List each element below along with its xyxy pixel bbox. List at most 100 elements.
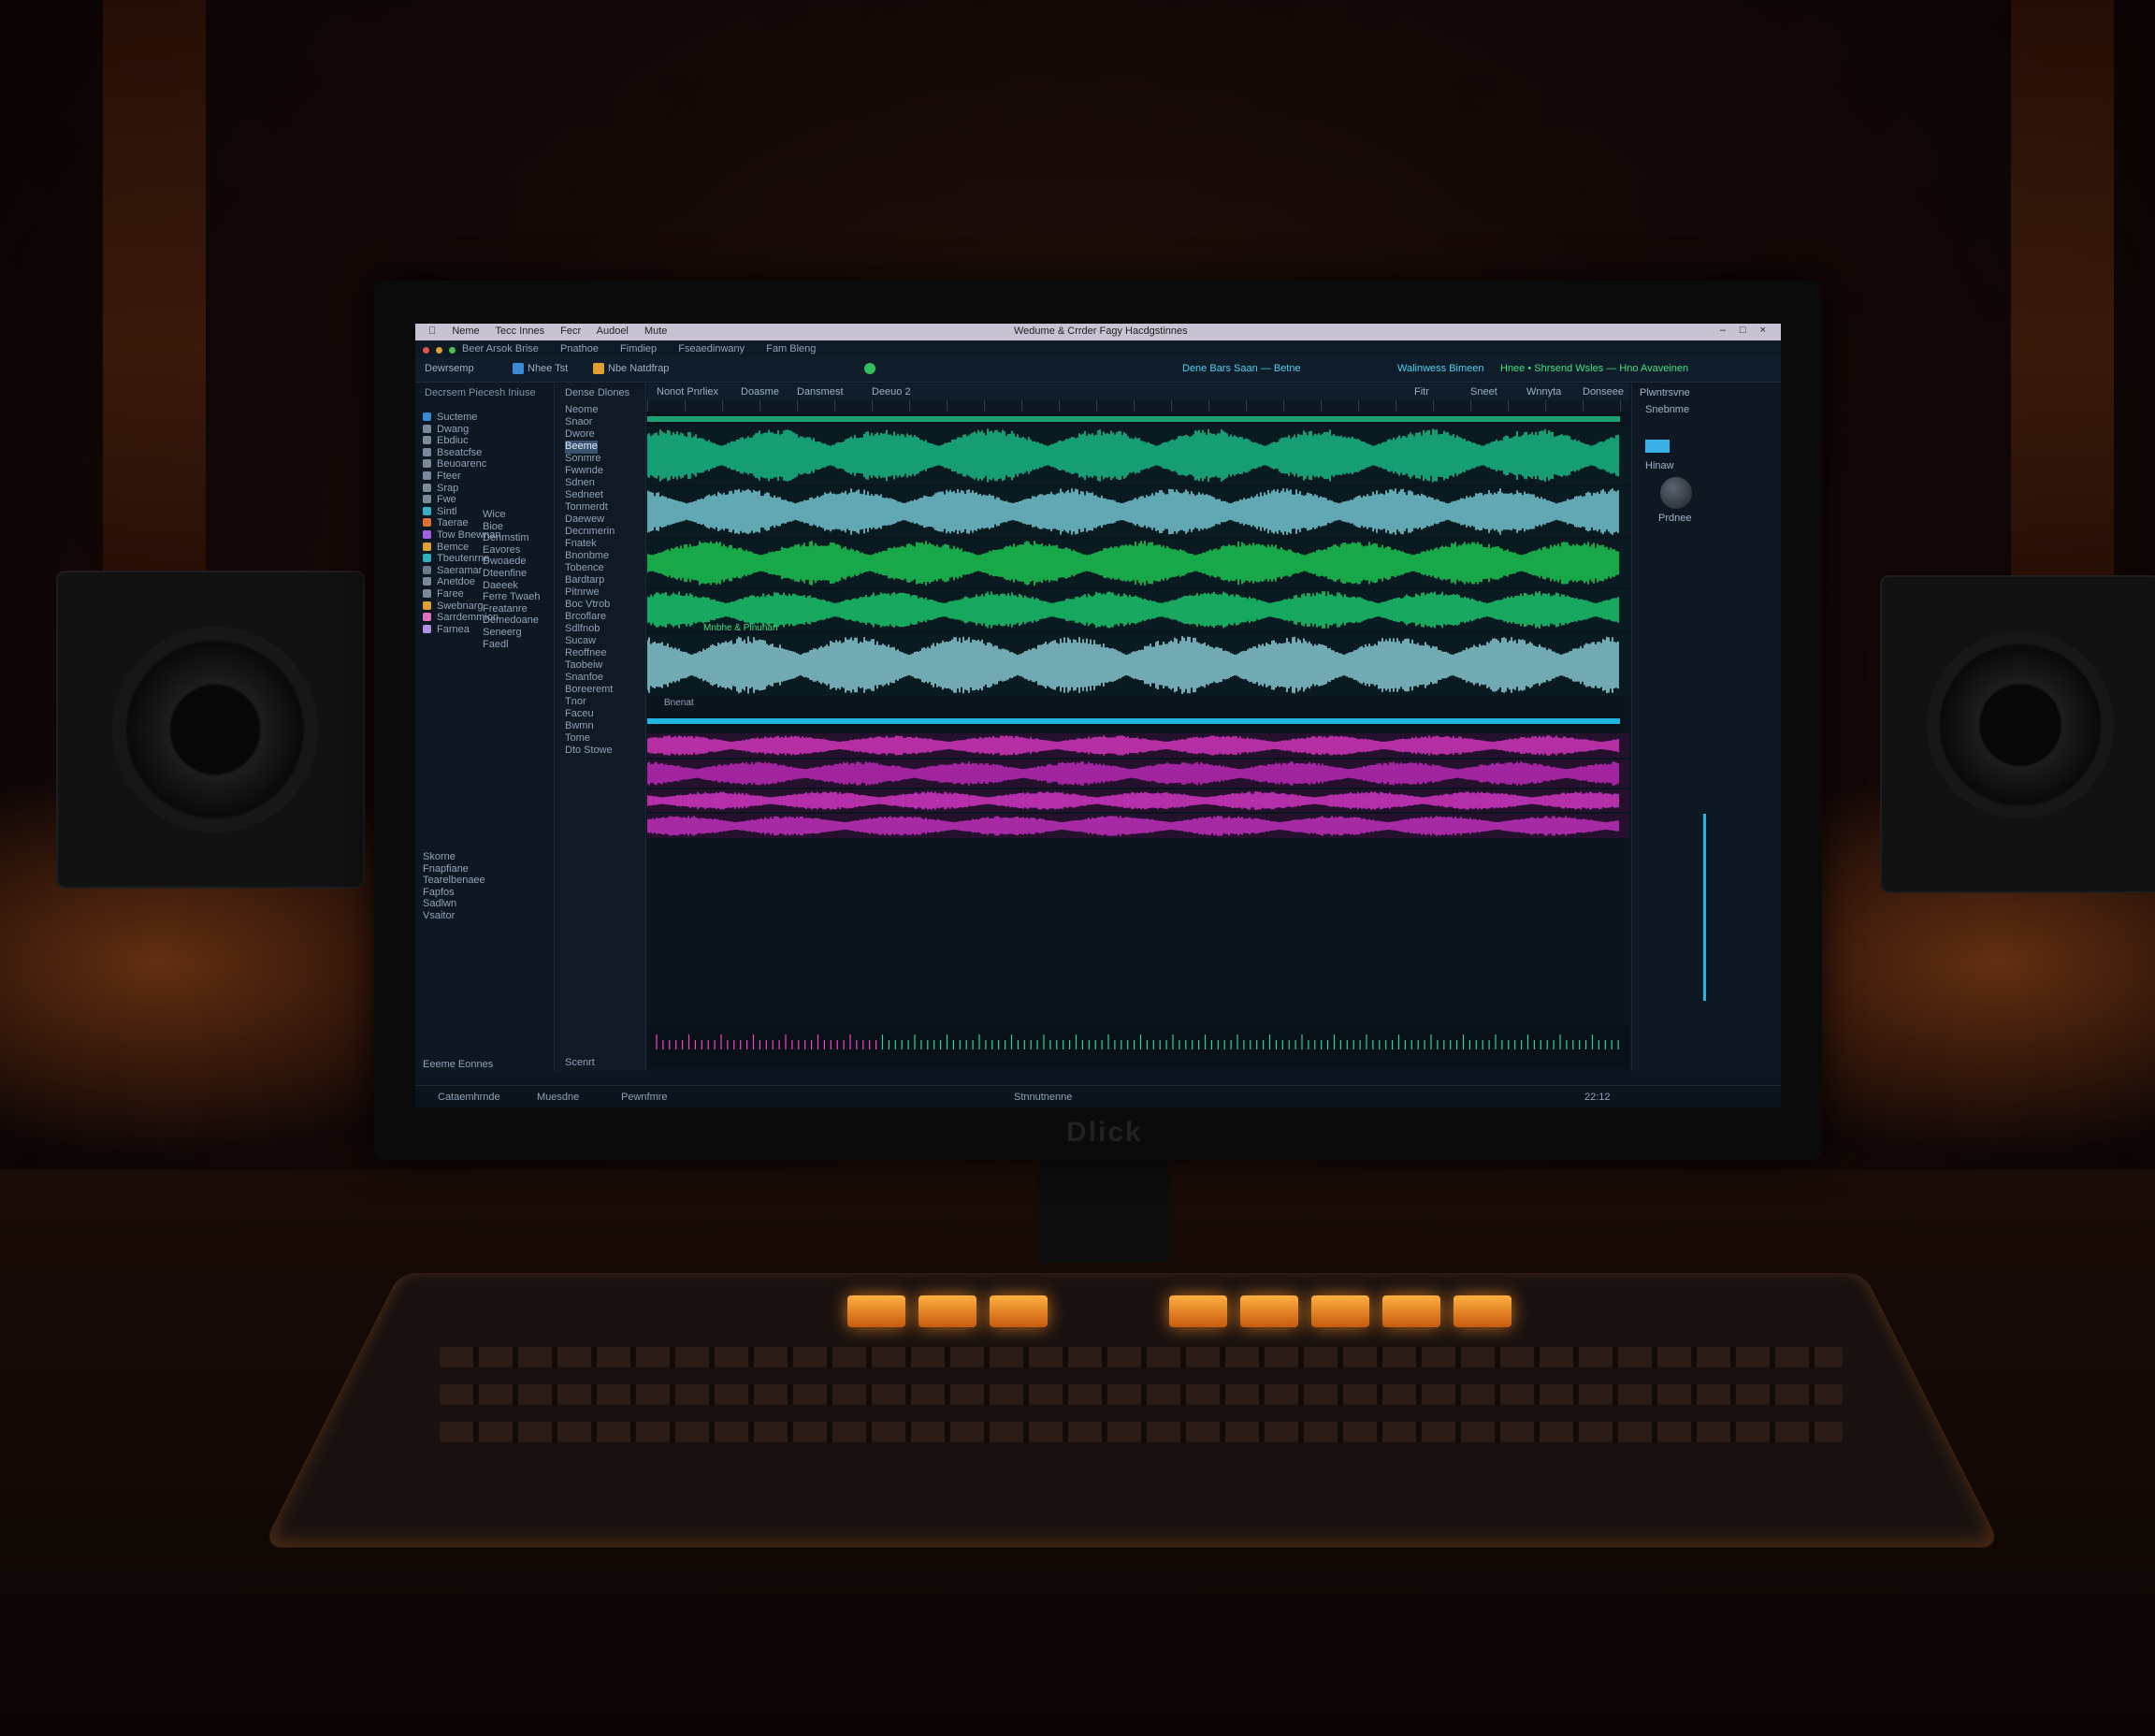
browser-item[interactable]: Dto Stowe [565,745,613,758]
browser-item[interactable]: Sdlfnob [565,623,600,636]
timeline-ruler[interactable] [647,400,1629,412]
waveform [647,761,1619,786]
status-label[interactable]: Hnee • Shrsend Wsles — Hno Avaveinen [1500,363,1688,374]
browser-item[interactable]: Faceu [565,708,594,721]
browser-item[interactable]: Fwwnde [565,465,603,478]
browser-item[interactable]: Bardtarp [565,574,604,587]
automation-lane[interactable] [647,1025,1629,1068]
waveform-track[interactable] [647,814,1629,838]
menubar-item[interactable]: Fam Bleng [766,343,816,354]
sidebar-item-label: Tbeutenrne [437,553,490,565]
browser-item[interactable]: Fnatek [565,538,597,551]
main-toolbar: Dewrsemp Nhee Tst Nbe Natdfrap Dene Bars… [415,357,1781,383]
menubar-item[interactable]: Fseaedinwany [678,343,745,354]
browser-item[interactable]: Reoffnee [565,647,606,660]
sidebar-item-label: Ebdiuc [437,435,469,447]
browser-item[interactable]: Snaor [565,416,592,429]
menu-item[interactable]: Neme [452,326,479,337]
browser-item[interactable]: Dwore [565,428,595,441]
inspector-panel: Plwntrsvne Snebnme Hinaw Prdnee [1631,383,1780,1071]
project-icon[interactable] [593,363,604,374]
browser-item[interactable]: Tonmerdt [565,501,608,514]
status-item[interactable]: Stnnutnenne [1014,1092,1072,1103]
mode-icon[interactable] [513,363,524,374]
browser-item[interactable]: Daewew [565,514,604,527]
browser-item[interactable]: Tobence [565,562,604,575]
browser-item[interactable]: Snanfoe [565,672,603,685]
waveform [647,428,1619,483]
mode-label[interactable]: Nhee Tst [528,363,568,374]
browser-item[interactable]: Tnor [565,696,586,709]
region-bar[interactable] [647,711,1629,731]
sidebar-item-label: Fteer [437,470,461,482]
inspector-item[interactable]: Hinaw [1645,460,1674,471]
inspector-color-swatch[interactable] [1645,440,1670,453]
waveform [647,416,1620,422]
waveform-track[interactable] [647,589,1629,630]
sidebar-item-label: Fwe [437,494,456,506]
sidebar-bottom-item[interactable]: Vsaitor [423,910,455,923]
sidebar-subitem[interactable]: Faedl [483,639,509,652]
waveform-track[interactable] [647,634,1629,696]
editor-tool[interactable]: Dansmest [797,386,844,398]
browser-item[interactable]: Boc Vtrob [565,599,610,612]
menubar-item[interactable]: Pnathoe [560,343,599,354]
browser-item[interactable]: Bwmn [565,720,594,733]
browser-item[interactable]: Boreeremt [565,684,613,697]
waveform-track[interactable] [647,486,1629,537]
browser-item[interactable]: Sedneet [565,489,603,502]
editor-tool[interactable]: Deeuo 2 [872,386,911,398]
inspector-item[interactable]: Snebnme [1645,404,1689,415]
transport-label[interactable]: Dene Bars Saan — Betne [1182,363,1301,374]
editor-tool[interactable]: Sneet [1470,386,1497,398]
scrollbar[interactable] [1703,814,1706,1001]
window-controls[interactable]: ‒ □ × [1720,325,1772,336]
region-bar[interactable] [647,413,1629,425]
menu-item[interactable]: Fecr [560,326,581,337]
editor-tool[interactable]: Nonot Pnrliex [657,386,718,398]
toolbar-label[interactable]: Dewrsemp [425,363,474,374]
waveform-track[interactable] [647,733,1629,758]
browser-item[interactable]: Brcoflare [565,611,606,624]
sidebar-item-label: Bseatcfse [437,446,483,458]
waveform-track[interactable] [647,789,1629,812]
minimize-dot[interactable] [436,347,443,354]
waveform-track[interactable] [647,539,1629,587]
menu-item[interactable]: Audoel [597,326,629,337]
browser-item[interactable]: Sonmre [565,453,601,466]
sidebar-item[interactable]: Farnea [423,624,470,637]
editor-tool[interactable]: Fitr [1414,386,1429,398]
waveform [647,488,1619,535]
browser-item[interactable]: Decnmerin [565,526,615,539]
zoom-dot[interactable] [449,347,456,354]
close-dot[interactable] [423,347,429,354]
editor-tool[interactable]: Wnnyta [1526,386,1561,398]
menu-item[interactable]: Mute [644,326,667,337]
browser-item[interactable]: Sdnen [565,477,595,490]
folder-icon [423,459,431,469]
browser-item[interactable]: Tome [565,732,590,745]
status-item[interactable]: Pewnfmre [621,1092,668,1103]
volume-knob[interactable] [1660,477,1692,509]
browser-item[interactable]: Neome [565,404,598,417]
record-indicator-icon[interactable] [864,363,875,374]
menubar-item[interactable]: Fimdiep [620,343,657,354]
waveform-track[interactable] [647,760,1629,788]
menubar-item[interactable]: Beer Arsok Brise [462,343,539,354]
browser-item[interactable]: Pitnrwe [565,586,600,600]
workspace-label[interactable]: Walinwess Bimeen [1397,363,1484,374]
project-label[interactable]: Nbe Natdfrap [608,363,669,374]
sidebar-item-label: Faree [437,588,464,600]
browser-item[interactable]: Bnonbme [565,550,609,563]
waveform-track[interactable] [647,427,1629,485]
status-item[interactable]: Muesdne [537,1092,579,1103]
editor-tool[interactable]: Donseee [1583,386,1624,398]
status-item[interactable]: Cataemhrnde [438,1092,500,1103]
editor-tool[interactable]: Doasme [741,386,779,398]
browser-item[interactable]: Taobeiw [565,659,602,673]
menu-item[interactable]: Tecc Innes [496,326,545,337]
browser-item[interactable]: Beeme [565,441,598,454]
folder-icon [423,613,431,622]
apple-icon[interactable]:  [428,326,436,337]
browser-item[interactable]: Sucaw [565,635,596,648]
